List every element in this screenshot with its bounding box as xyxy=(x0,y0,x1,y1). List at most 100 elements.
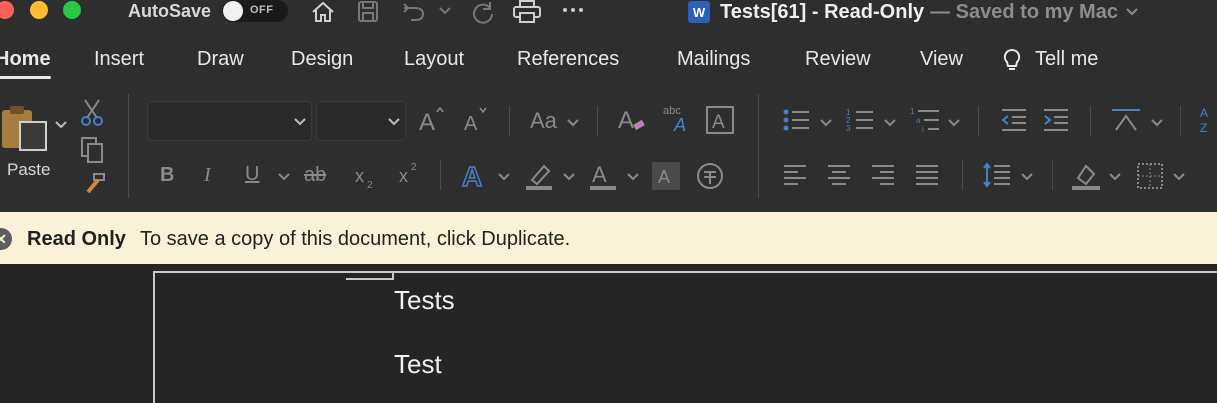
character-shading-icon[interactable]: A xyxy=(652,162,680,190)
close-message-icon[interactable]: ✕ xyxy=(0,228,12,250)
paste-dropdown-chevron-icon[interactable] xyxy=(54,118,68,132)
font-color-chevron-icon[interactable] xyxy=(626,170,640,184)
borders-chevron-icon[interactable] xyxy=(1172,170,1186,184)
document-text-line[interactable]: Test xyxy=(394,349,442,380)
text-effects-icon[interactable]: A xyxy=(460,160,490,190)
asian-layout-icon[interactable] xyxy=(1110,106,1142,134)
svg-text:a: a xyxy=(916,116,921,125)
underline-button[interactable]: U xyxy=(245,163,259,186)
ribbon-home: Paste A A Aa A abc A A B I U ab x 2 x 2 … xyxy=(0,86,1217,212)
autosave-toggle[interactable]: OFF xyxy=(222,0,288,22)
svg-text:A: A xyxy=(658,167,670,187)
svg-text:A: A xyxy=(1200,106,1208,120)
cut-icon[interactable] xyxy=(80,98,104,126)
text-effects-chevron-icon[interactable] xyxy=(497,170,511,184)
numbering-icon[interactable]: 1 2 3 xyxy=(846,106,874,134)
borders-icon[interactable] xyxy=(1136,162,1164,190)
clear-formatting-icon[interactable]: A xyxy=(617,104,647,134)
sort-icon[interactable]: A Z xyxy=(1198,104,1217,136)
tab-draw[interactable]: Draw xyxy=(197,48,244,71)
justify-icon[interactable] xyxy=(914,162,940,188)
tab-review[interactable]: Review xyxy=(805,48,871,71)
underline-chevron-icon[interactable] xyxy=(277,170,291,184)
change-case-button[interactable]: Aa xyxy=(530,108,557,134)
margin-marker xyxy=(392,271,394,280)
document-name: Tests[61] - Read-Only xyxy=(720,0,925,23)
numbering-chevron-icon[interactable] xyxy=(883,116,897,130)
grow-font-icon[interactable]: A xyxy=(418,106,446,134)
line-spacing-icon[interactable] xyxy=(982,160,1012,190)
autosave-label: AutoSave xyxy=(128,1,212,21)
copy-icon[interactable] xyxy=(80,136,106,164)
svg-text:i: i xyxy=(922,125,924,134)
font-name-dropdown[interactable] xyxy=(147,101,312,141)
ribbon-separator xyxy=(758,94,759,198)
ribbon-separator xyxy=(509,106,510,136)
print-icon[interactable] xyxy=(512,0,542,24)
svg-text:A: A xyxy=(464,113,478,134)
document-page[interactable] xyxy=(153,271,1217,403)
tell-me-search[interactable]: Tell me xyxy=(1035,48,1098,71)
font-color-icon[interactable]: A xyxy=(588,160,618,192)
shading-icon[interactable] xyxy=(1070,160,1102,192)
save-icon[interactable] xyxy=(356,0,380,24)
superscript-icon[interactable]: x 2 xyxy=(398,160,422,188)
font-size-dropdown[interactable] xyxy=(316,101,406,141)
strikethrough-button[interactable]: ab xyxy=(304,164,326,187)
increase-indent-icon[interactable] xyxy=(1042,106,1070,134)
svg-text:3: 3 xyxy=(846,124,851,133)
zoom-window-button[interactable] xyxy=(63,1,81,19)
title-chevron-down-icon[interactable] xyxy=(1124,4,1140,20)
format-painter-icon[interactable] xyxy=(80,170,108,198)
font-name-chevron-icon xyxy=(294,118,306,126)
highlight-chevron-icon[interactable] xyxy=(562,170,576,184)
change-case-chevron-icon[interactable] xyxy=(566,116,580,130)
tab-references[interactable]: References xyxy=(517,48,619,71)
enclose-characters-icon[interactable] xyxy=(696,162,724,190)
shrink-font-icon[interactable]: A xyxy=(462,106,490,134)
svg-text:2: 2 xyxy=(411,162,417,173)
more-options-icon[interactable] xyxy=(562,0,584,24)
italic-button[interactable]: I xyxy=(204,164,211,187)
minimize-window-button[interactable] xyxy=(30,1,48,19)
tab-layout[interactable]: Layout xyxy=(404,48,464,71)
text-effects-abc-icon[interactable]: abc A xyxy=(662,102,694,134)
tab-design[interactable]: Design xyxy=(291,48,353,71)
align-center-icon[interactable] xyxy=(826,162,852,188)
toggle-knob xyxy=(223,1,243,21)
svg-text:x: x xyxy=(355,166,364,186)
close-window-button[interactable] xyxy=(0,1,14,19)
bullets-icon[interactable] xyxy=(782,106,810,134)
decrease-indent-icon[interactable] xyxy=(1000,106,1028,134)
align-left-icon[interactable] xyxy=(782,162,808,188)
read-only-message: To save a copy of this document, click D… xyxy=(140,228,571,250)
multilevel-chevron-icon[interactable] xyxy=(947,116,961,130)
home-icon[interactable] xyxy=(310,0,336,24)
line-spacing-chevron-icon[interactable] xyxy=(1020,170,1034,184)
read-only-title: Read Only xyxy=(27,228,126,250)
svg-text:2: 2 xyxy=(367,180,373,190)
multilevel-list-icon[interactable]: 1 a i xyxy=(910,106,940,134)
tab-view[interactable]: View xyxy=(920,48,963,71)
svg-text:A: A xyxy=(592,162,607,187)
paste-label: Paste xyxy=(7,160,51,179)
paste-icon[interactable] xyxy=(0,102,52,154)
tab-mailings[interactable]: Mailings xyxy=(677,48,750,71)
tab-insert[interactable]: Insert xyxy=(94,48,144,71)
undo-dropdown-chevron-icon[interactable] xyxy=(438,0,452,24)
document-text-line[interactable]: Tests xyxy=(394,285,455,316)
asian-layout-chevron-icon[interactable] xyxy=(1150,116,1164,130)
align-right-icon[interactable] xyxy=(870,162,896,188)
shading-chevron-icon[interactable] xyxy=(1108,170,1122,184)
undo-icon[interactable] xyxy=(400,0,428,24)
character-border-icon[interactable]: A xyxy=(706,106,734,134)
highlight-icon[interactable] xyxy=(524,160,556,192)
bold-button[interactable]: B xyxy=(160,164,174,187)
tab-home[interactable]: Home xyxy=(0,48,51,79)
document-title[interactable]: W Tests[61] - Read-Only — Saved to my Ma… xyxy=(688,0,1140,24)
bullets-chevron-icon[interactable] xyxy=(819,116,833,130)
svg-text:x: x xyxy=(399,166,408,186)
redo-icon[interactable] xyxy=(468,0,496,24)
title-bar: AutoSave OFF W Tests[61] - Read-Only — S… xyxy=(0,0,1217,36)
subscript-icon[interactable]: x 2 xyxy=(354,162,378,190)
